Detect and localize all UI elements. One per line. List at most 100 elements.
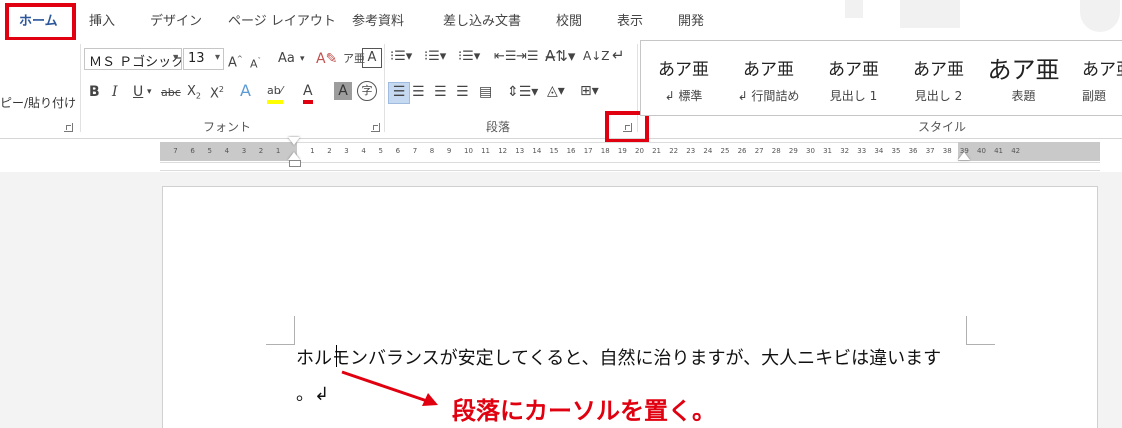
align-left-button[interactable]: ☰ — [388, 82, 410, 104]
clipboard-dialog-launcher[interactable] — [64, 123, 73, 132]
document-paragraph-line-2[interactable]: 。↲ — [296, 380, 329, 406]
ruler-tick-label: 8 — [429, 147, 435, 155]
ruler-tick-label: 23 — [686, 147, 696, 155]
margin-corner-mark — [266, 316, 295, 345]
ruler-tick-label: 13 — [515, 147, 525, 155]
ruler-tick-label: 4 — [361, 147, 366, 155]
style-heading-1[interactable]: あア亜 見出し 1 — [811, 41, 896, 116]
style-no-spacing[interactable]: あア亜 ↲ 行間詰め — [726, 41, 811, 116]
style-name: 見出し 2 — [914, 89, 963, 103]
ribbon-tab-bar: ホーム 挿入 デザイン ページ レイアウト 参考資料 差し込み文書 校閲 表示 … — [0, 0, 1122, 40]
distributed-icon[interactable]: ▤ — [479, 83, 492, 101]
tab-page-layout[interactable]: ページ レイアウト — [228, 10, 336, 29]
font-size-select[interactable]: 13 — [183, 48, 224, 70]
style-sample: あア亜 — [1082, 60, 1122, 80]
ruler-tick-label: 17 — [583, 147, 593, 155]
clear-formatting-icon[interactable]: A✎ — [316, 50, 337, 68]
right-indent-marker[interactable] — [958, 152, 970, 160]
align-center-icon[interactable]: ☰ — [412, 83, 425, 101]
style-title[interactable]: あア亜 表題 — [981, 41, 1066, 116]
ruler-tick-label: 31 — [823, 147, 833, 155]
text-effects-icon[interactable]: A — [240, 82, 251, 100]
tab-insert[interactable]: 挿入 — [89, 10, 115, 29]
font-dialog-launcher[interactable] — [371, 123, 380, 132]
character-border-icon[interactable]: A — [362, 48, 382, 68]
ruler-numbers: 7 6 5 4 3 2 1 1 2 3 4 5 6 7 8 9 10 11 12 13 14 15 16 17 18 19 20 21… — [0, 142, 1122, 161]
ruler-tick-label: 7 — [412, 147, 418, 155]
style-name: ↲ 行間詰め — [737, 89, 800, 103]
italic-icon[interactable]: I — [112, 83, 118, 101]
shrink-font-icon[interactable]: Aˇ — [250, 52, 261, 74]
align-right-icon[interactable]: ☰ — [434, 83, 447, 101]
style-normal[interactable]: あア亜 ↲ 標準 — [641, 41, 726, 116]
tab-mailings[interactable]: 差し込み文書 — [443, 10, 521, 29]
change-case-button[interactable]: Aa — [278, 50, 295, 68]
superscript-icon[interactable]: X2 — [210, 81, 224, 103]
ruler-tick-label: 28 — [771, 147, 781, 155]
underline-icon[interactable]: U — [133, 83, 143, 101]
ruler-tick-label: 4 — [224, 147, 230, 155]
show-formatting-marks-icon[interactable]: ↵ — [612, 46, 625, 64]
line-spacing-icon[interactable]: ⇕☰▾ — [507, 83, 538, 101]
ruler-tick-label: 29 — [788, 147, 798, 155]
ruler-tick-label: 27 — [754, 147, 764, 155]
ruler-tick-label: 2 — [327, 147, 332, 155]
hanging-indent-marker[interactable] — [288, 152, 300, 160]
style-subtitle[interactable]: あア亜 副題 — [1066, 41, 1122, 116]
tab-review[interactable]: 校閲 — [556, 10, 582, 29]
ruler-tick-label: 26 — [737, 147, 747, 155]
bullets-icon[interactable]: ⁝☰▾ — [390, 48, 412, 66]
group-separator — [80, 44, 81, 132]
character-shading-icon[interactable]: A — [334, 82, 352, 100]
tab-design[interactable]: デザイン — [150, 10, 202, 29]
highlight-color-icon[interactable]: ab⁄ — [267, 82, 283, 104]
ruler-tick-label: 2 — [258, 147, 264, 155]
ruler-tick-label: 37 — [925, 147, 935, 155]
font-family-select[interactable]: ＭＳ Ｐゴシック — [84, 48, 182, 70]
style-name: ↲ 標準 — [664, 89, 703, 103]
tab-references[interactable]: 参考資料 — [352, 10, 404, 29]
increase-indent-icon[interactable]: ⇥☰ — [516, 48, 539, 66]
ruler-tick-label: 34 — [874, 147, 884, 155]
font-color-icon[interactable]: A — [303, 82, 313, 104]
subscript-icon[interactable]: X2 — [187, 83, 201, 106]
sort-icon[interactable]: A↓Z — [583, 47, 609, 65]
enclose-characters-icon[interactable]: 字 — [357, 81, 377, 101]
ruler-tick-label: 21 — [652, 147, 662, 155]
ruler-tick-label: 1 — [310, 147, 315, 155]
ruler-tick-label: 6 — [395, 147, 401, 155]
ruler-tick-label: 22 — [669, 147, 679, 155]
ruler-tick-label: 25 — [720, 147, 730, 155]
styles-gallery: あア亜 ↲ 標準 あア亜 ↲ 行間詰め あア亜 見出し 1 あア亜 見出し 2 … — [640, 40, 1122, 116]
tab-developer[interactable]: 開発 — [678, 10, 704, 29]
strikethrough-icon[interactable]: abc — [161, 84, 181, 102]
ruler-tick-label: 20 — [635, 147, 644, 155]
first-line-indent-marker[interactable] — [288, 137, 300, 145]
ruler-tick-label: 16 — [566, 147, 576, 155]
numbering-icon[interactable]: ⁝☰▾ — [424, 48, 446, 66]
ruler-tick-label: 40 — [977, 147, 986, 155]
ruler-tick-label: 18 — [600, 147, 610, 155]
shading-icon[interactable]: ◬▾ — [547, 82, 565, 100]
bold-icon[interactable]: B — [89, 83, 100, 101]
justify-icon[interactable]: ☰ — [456, 83, 469, 101]
style-sample: あア亜 — [913, 60, 964, 80]
ruler-tick-label: 6 — [190, 147, 195, 155]
ruler-tick-label: 7 — [173, 147, 178, 155]
decrease-indent-icon[interactable]: ⇤☰ — [494, 48, 517, 66]
ruler-tick-label: 42 — [1011, 147, 1021, 155]
chevron-down-icon[interactable]: ▾ — [147, 83, 152, 101]
ruler-tick-label: 41 — [994, 147, 1004, 155]
grow-font-icon[interactable]: A^ — [228, 50, 243, 72]
style-sample: あア亜 — [987, 56, 1060, 84]
tab-view[interactable]: 表示 — [617, 10, 643, 29]
ruler-tick-label: 33 — [857, 147, 867, 155]
paste-label[interactable]: ピー/貼り付け — [0, 94, 76, 111]
multilevel-list-icon[interactable]: ⁝☰▾ — [458, 48, 480, 66]
ruler-tick-label: 5 — [378, 147, 383, 155]
asian-layout-icon[interactable]: A̶⇅▾ — [545, 47, 575, 65]
chevron-down-icon[interactable]: ▾ — [300, 50, 305, 68]
ruler-tick-label: 32 — [840, 147, 850, 155]
borders-icon[interactable]: ⊞▾ — [580, 82, 599, 100]
style-heading-2[interactable]: あア亜 見出し 2 — [896, 41, 981, 116]
